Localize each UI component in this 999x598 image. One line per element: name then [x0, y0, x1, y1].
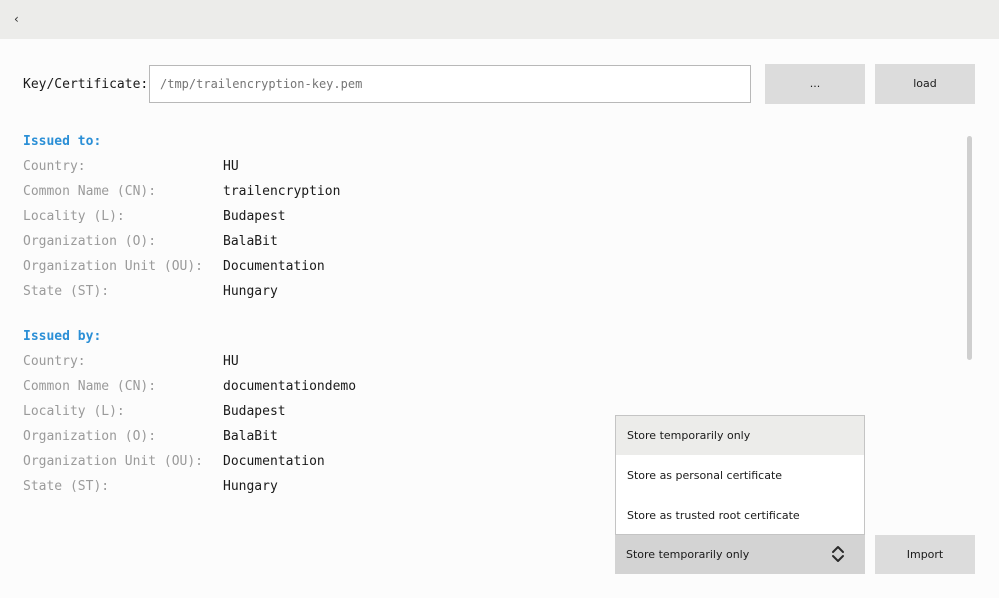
issued-to-cn-row: Common Name (CN): trailencryption — [23, 184, 603, 202]
field-value: trailencryption — [223, 184, 341, 199]
field-value: Budapest — [223, 209, 286, 224]
issued-to-org-row: Organization (O): BalaBit — [23, 234, 603, 252]
field-value: Budapest — [223, 404, 286, 419]
field-key: Organization Unit (OU): — [23, 259, 204, 274]
issued-by-title: Issued by: — [23, 329, 102, 344]
issued-by-cn-row: Common Name (CN): documentationdemo — [23, 379, 603, 397]
field-key: Common Name (CN): — [23, 379, 157, 394]
field-key: Organization Unit (OU): — [23, 454, 204, 469]
issued-by-ou-row: Organization Unit (OU): Documentation — [23, 454, 603, 472]
field-key: Organization (O): — [23, 429, 157, 444]
browse-button[interactable]: ... — [765, 64, 865, 104]
field-key: State (ST): — [23, 284, 110, 299]
field-key: Locality (L): — [23, 209, 125, 224]
issued-by-country-row: Country: HU — [23, 354, 603, 372]
field-value: documentationdemo — [223, 379, 357, 394]
store-option-temporary[interactable]: Store temporarily only — [616, 416, 864, 455]
chevron-left-icon: ‹ — [14, 12, 19, 26]
field-value: BalaBit — [223, 429, 278, 444]
store-dropdown-menu: Store temporarily only Store as personal… — [615, 415, 865, 535]
field-value: HU — [223, 354, 239, 369]
issued-to-state-row: State (ST): Hungary — [23, 284, 603, 302]
top-bar: ‹ — [0, 0, 999, 39]
up-down-chevron-icon — [832, 546, 844, 562]
field-value: HU — [223, 159, 239, 174]
field-key: Organization (O): — [23, 234, 157, 249]
store-option-trusted-root[interactable]: Store as trusted root certificate — [616, 496, 864, 535]
field-key: State (ST): — [23, 479, 110, 494]
issued-to-country-row: Country: HU — [23, 159, 603, 177]
field-key: Common Name (CN): — [23, 184, 157, 199]
field-value: Hungary — [223, 479, 278, 494]
import-button[interactable]: Import — [875, 535, 975, 574]
issued-by-locality-row: Locality (L): Budapest — [23, 404, 603, 422]
key-certificate-label: Key/Certificate: — [23, 77, 149, 92]
issued-by-org-row: Organization (O): BalaBit — [23, 429, 603, 447]
issued-to-title: Issued to: — [23, 134, 102, 149]
field-value: BalaBit — [223, 234, 278, 249]
key-certificate-input[interactable] — [149, 65, 751, 103]
issued-by-state-row: State (ST): Hungary — [23, 479, 603, 497]
issued-to-locality-row: Locality (L): Budapest — [23, 209, 603, 227]
issued-to-ou-row: Organization Unit (OU): Documentation — [23, 259, 603, 277]
scrollbar[interactable] — [967, 136, 972, 360]
back-button[interactable]: ‹ — [14, 9, 28, 29]
field-value: Documentation — [223, 454, 325, 469]
store-select[interactable]: Store temporarily only — [615, 535, 865, 574]
field-key: Locality (L): — [23, 404, 125, 419]
field-value: Hungary — [223, 284, 278, 299]
field-key: Country: — [23, 354, 86, 369]
load-button[interactable]: load — [875, 64, 975, 104]
field-value: Documentation — [223, 259, 325, 274]
store-select-value: Store temporarily only — [626, 548, 750, 561]
field-key: Country: — [23, 159, 86, 174]
store-option-personal[interactable]: Store as personal certificate — [616, 456, 864, 495]
